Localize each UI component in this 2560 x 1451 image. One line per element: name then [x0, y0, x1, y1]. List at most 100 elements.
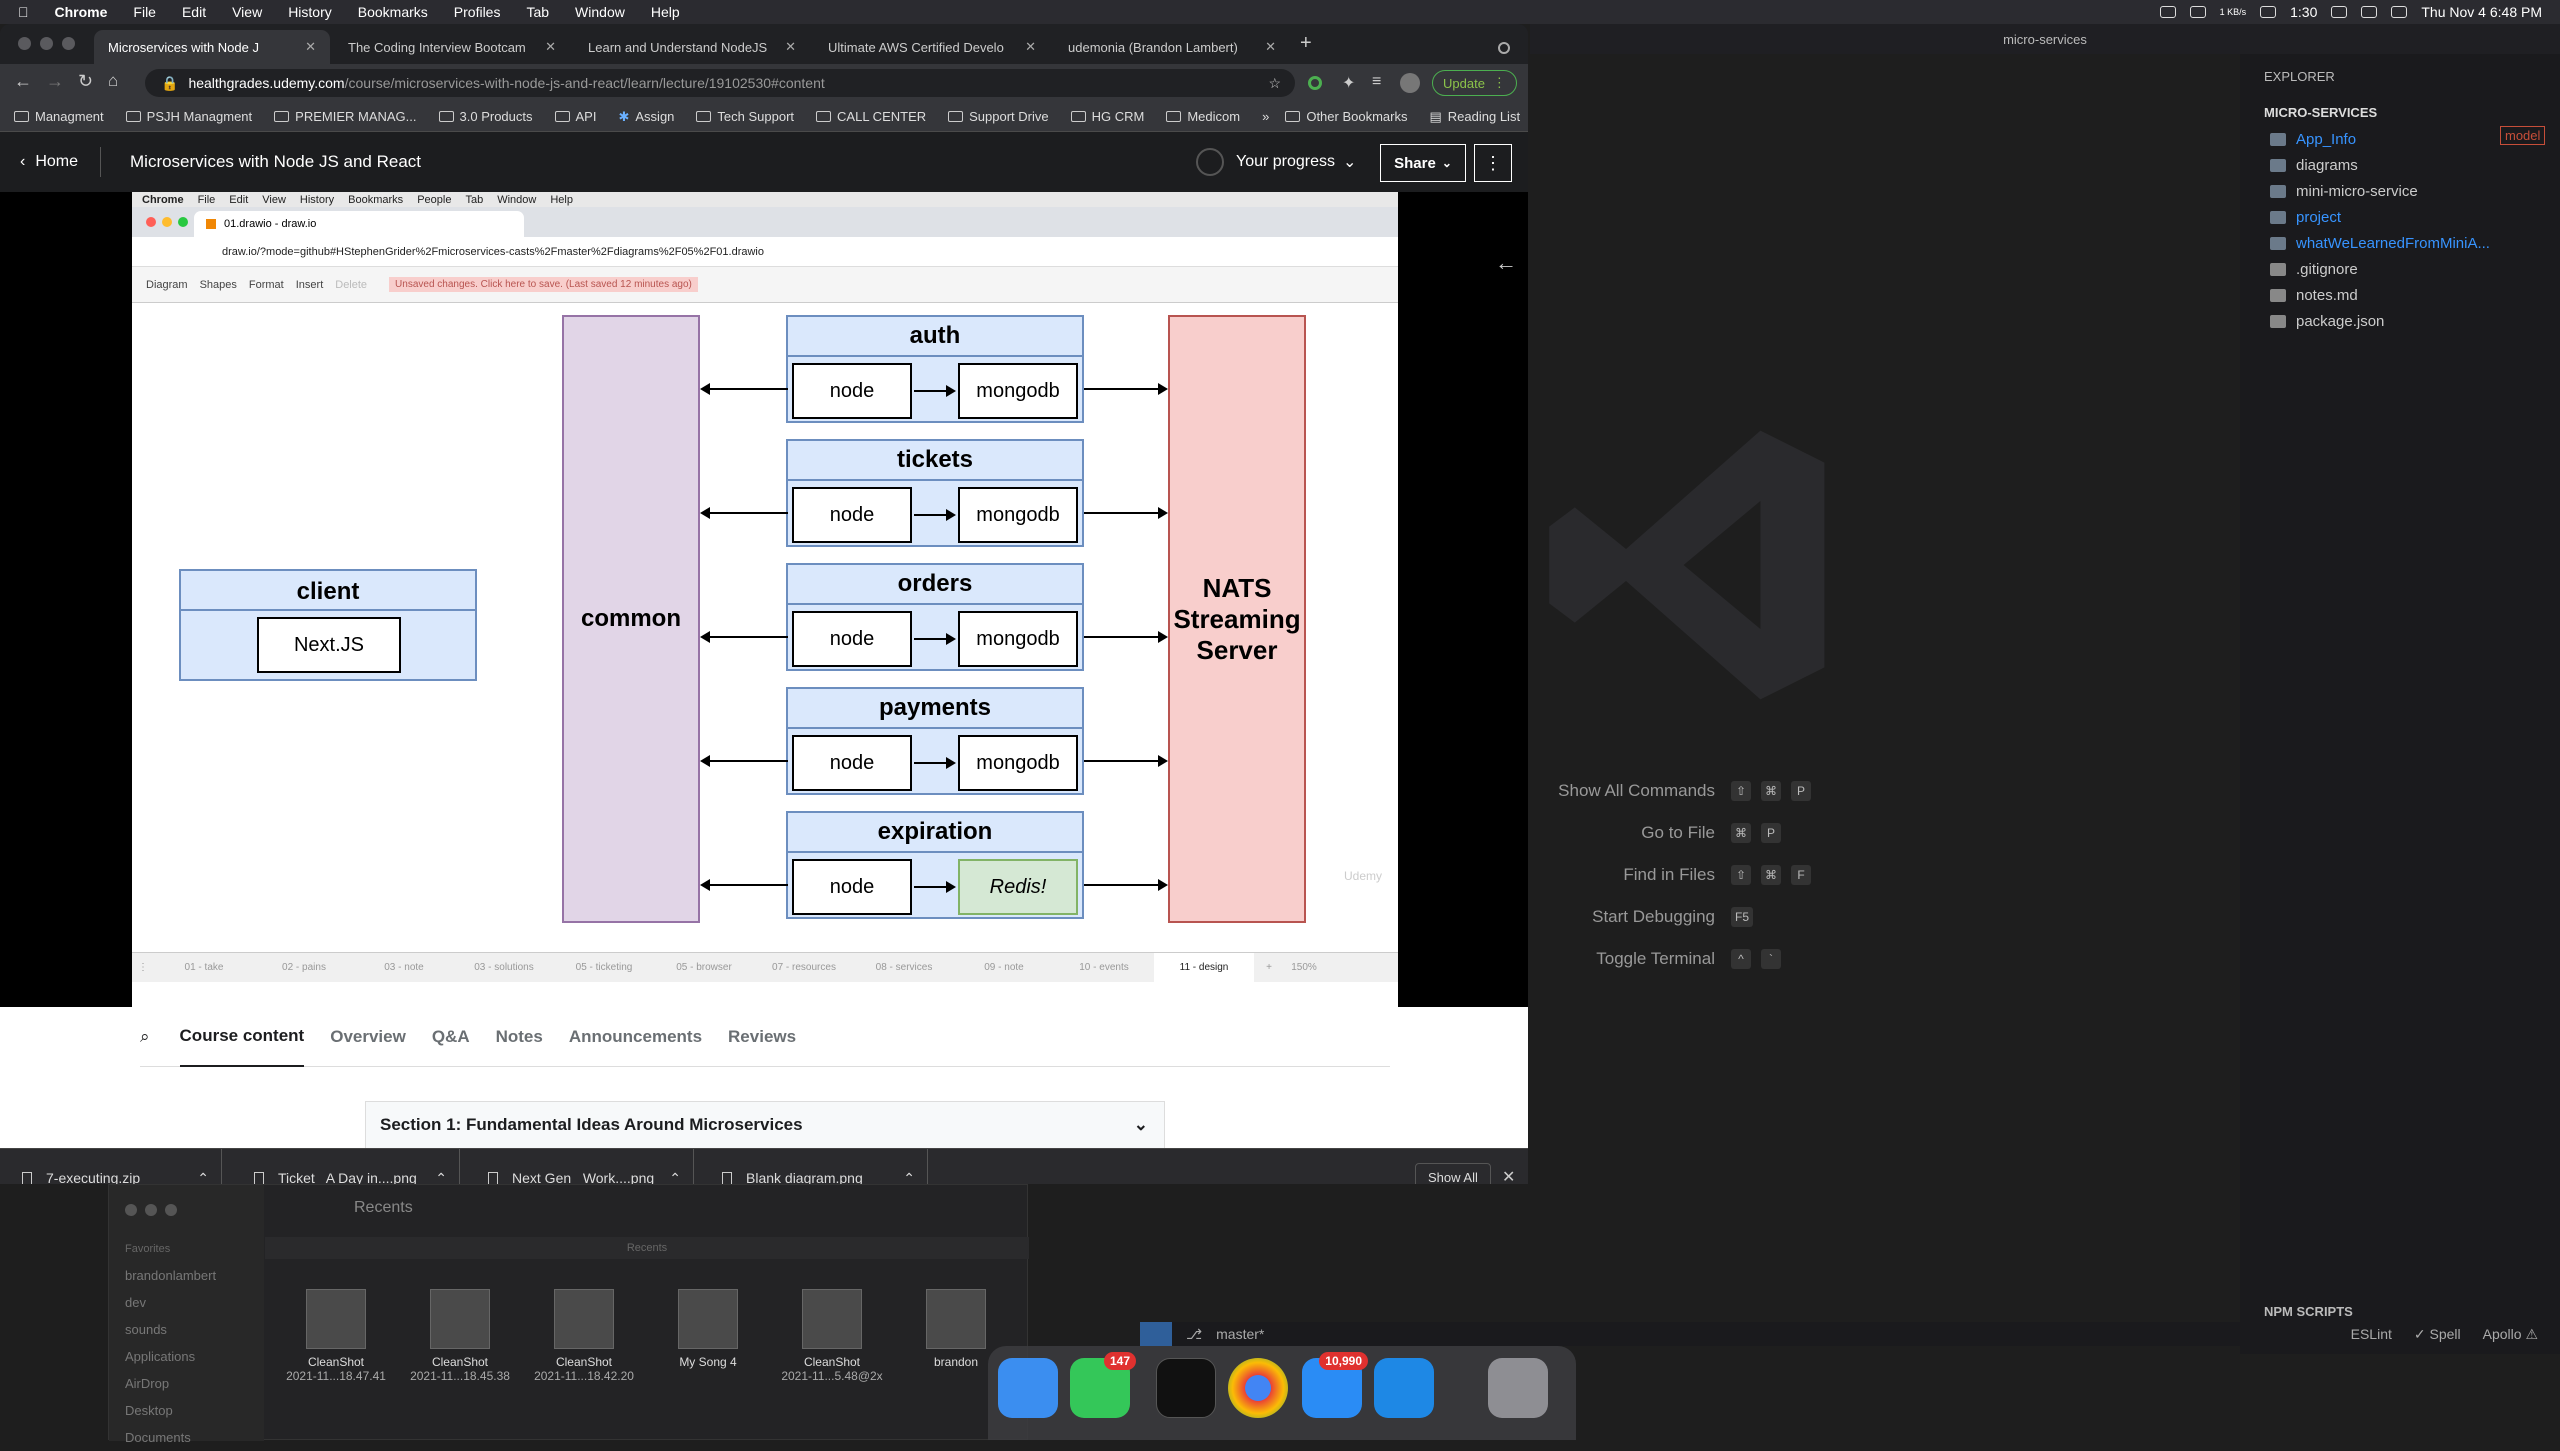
- chevron-up-icon[interactable]: ⌃: [903, 1170, 915, 1185]
- finder-file[interactable]: CleanShot 2021-11...18.47.41: [281, 1289, 391, 1383]
- mail-icon[interactable]: 10,990: [1302, 1352, 1368, 1418]
- chevron-up-icon[interactable]: ⌃: [669, 1170, 681, 1185]
- menu-help[interactable]: Help: [651, 4, 680, 20]
- npm-scripts-section[interactable]: NPM SCRIPTS: [2240, 1297, 2353, 1325]
- home-icon[interactable]: ⌂: [108, 71, 118, 91]
- reading-queue-icon[interactable]: ≡: [1372, 73, 1381, 91]
- section-header[interactable]: Section 1: Fundamental Ideas Around Micr…: [365, 1101, 1165, 1148]
- lock-icon[interactable]: 🔒: [161, 75, 178, 92]
- sidebar-item[interactable]: Documents: [109, 1424, 264, 1451]
- sidebar-item[interactable]: Desktop: [109, 1397, 264, 1424]
- reading-list[interactable]: ▤ Reading List: [1429, 109, 1520, 125]
- tab-course-content[interactable]: Course content: [179, 1007, 305, 1067]
- progress-dropdown[interactable]: Your progress ⌄: [1196, 132, 1356, 192]
- download-item[interactable]: Blank diagram.png ⌃: [702, 1149, 928, 1184]
- command-find-in-files[interactable]: Find in Files ⇧ ⌘ F: [1545, 854, 2045, 896]
- bookmark-star-icon[interactable]: ☆: [1268, 75, 1281, 92]
- remote-indicator[interactable]: [1140, 1322, 1172, 1346]
- tab-microservices[interactable]: Microservices with Node J ✕: [94, 30, 330, 64]
- bookmark-folder[interactable]: API: [554, 109, 596, 124]
- tab-overview[interactable]: Overview: [330, 1007, 406, 1067]
- sidebar-item[interactable]: Applications: [109, 1343, 264, 1370]
- menu-view[interactable]: View: [232, 4, 262, 20]
- status-extra-icon[interactable]: [2159, 6, 2176, 18]
- sidebar-item[interactable]: AirDrop: [109, 1370, 264, 1397]
- spell-status[interactable]: ✓ Spell: [2414, 1326, 2461, 1343]
- chevron-up-icon[interactable]: ⌃: [197, 1170, 209, 1185]
- profile-icon[interactable]: [1498, 42, 1510, 54]
- tab-coding-interview[interactable]: The Coding Interview Bootcam ✕: [334, 30, 570, 64]
- search-icon[interactable]: ⌕: [140, 1027, 150, 1047]
- apple-icon[interactable]: : [18, 4, 29, 20]
- tree-item[interactable]: diagrams: [2240, 152, 2560, 178]
- tab-aws[interactable]: Ultimate AWS Certified Develo ✕: [814, 30, 1050, 64]
- messages-icon[interactable]: 147: [1070, 1352, 1136, 1418]
- menubar-clock[interactable]: Thu Nov 4 6:48 PM: [2421, 4, 2542, 20]
- other-bookmarks[interactable]: Other Bookmarks: [1285, 109, 1407, 124]
- close-tab-icon[interactable]: ✕: [1257, 39, 1276, 55]
- sidebar-item[interactable]: brandonlambert: [109, 1262, 264, 1289]
- tree-item[interactable]: package.json: [2240, 308, 2560, 334]
- menu-history[interactable]: History: [288, 4, 332, 20]
- chevron-up-icon[interactable]: ⌃: [435, 1170, 447, 1185]
- finder-file[interactable]: My Song 4: [653, 1289, 763, 1369]
- project-root[interactable]: MICRO-SERVICES: [2240, 98, 2560, 126]
- tree-item[interactable]: whatWeLearnedFromMiniA...: [2240, 230, 2560, 256]
- extensions-puzzle-icon[interactable]: ✦: [1342, 73, 1355, 93]
- avatar[interactable]: [1400, 73, 1420, 93]
- close-downloads-icon[interactable]: ✕: [1502, 1167, 1515, 1184]
- lecture-video[interactable]: ← Chrome File Edit View History Bookmark…: [0, 192, 1528, 1007]
- tab-nodejs[interactable]: Learn and Understand NodeJS ✕: [574, 30, 810, 64]
- home-link[interactable]: ‹ Home: [20, 132, 78, 192]
- tree-item[interactable]: mini-micro-service: [2240, 178, 2560, 204]
- bookmark-folder[interactable]: PREMIER MANAG...: [274, 109, 417, 124]
- extension-icon[interactable]: [1308, 76, 1322, 90]
- finder-file[interactable]: CleanShot 2021-11...18.45.38: [405, 1289, 515, 1383]
- minimize-window-button[interactable]: [40, 37, 53, 50]
- bookmark-folder[interactable]: Support Drive: [948, 109, 1049, 124]
- close-tab-icon[interactable]: ✕: [777, 39, 796, 55]
- download-item[interactable]: Ticket_ A Day in....png ⌃: [234, 1149, 460, 1184]
- sidebar-item[interactable]: sounds: [109, 1316, 264, 1343]
- bookmark-link[interactable]: ✱ Assign: [618, 109, 674, 125]
- menu-profiles[interactable]: Profiles: [454, 4, 501, 20]
- cloud-icon[interactable]: [2189, 6, 2206, 18]
- update-button[interactable]: Update ⋮: [1432, 70, 1517, 96]
- command-show-all[interactable]: Show All Commands ⇧ ⌘ P: [1545, 770, 2045, 812]
- show-all-downloads-button[interactable]: Show All: [1415, 1163, 1491, 1184]
- command-toggle-terminal[interactable]: Toggle Terminal ^ `: [1545, 938, 2045, 980]
- forward-button[interactable]: →: [46, 71, 64, 92]
- bookmark-folder[interactable]: Managment: [14, 109, 104, 124]
- address-bar[interactable]: 🔒 healthgrades.udemy.com/course/microser…: [145, 69, 1295, 97]
- close-window-button[interactable]: [18, 37, 31, 50]
- reload-button[interactable]: ↻: [78, 71, 93, 92]
- tab-reviews[interactable]: Reviews: [728, 1007, 796, 1067]
- search-icon[interactable]: [2361, 6, 2378, 18]
- git-branch[interactable]: master*: [1216, 1326, 1264, 1342]
- wifi-icon[interactable]: [2331, 6, 2348, 18]
- zoom-window-button[interactable]: [62, 37, 75, 50]
- bookmark-folder[interactable]: Medicom: [1166, 109, 1240, 124]
- menu-app-name[interactable]: Chrome: [55, 4, 108, 20]
- bookmark-folder[interactable]: CALL CENTER: [816, 109, 926, 124]
- bookmark-folder[interactable]: HG CRM: [1070, 109, 1144, 124]
- sidebar-item[interactable]: dev: [109, 1289, 264, 1316]
- bookmark-folder[interactable]: 3.0 Products: [438, 109, 533, 124]
- apollo-status[interactable]: Apollo ⚠: [2483, 1326, 2538, 1343]
- trash-icon[interactable]: [1488, 1358, 1548, 1418]
- more-options-button[interactable]: ⋮: [1474, 144, 1512, 182]
- vscode-icon[interactable]: [1374, 1358, 1434, 1418]
- menu-file[interactable]: File: [133, 4, 156, 20]
- menu-edit[interactable]: Edit: [182, 4, 206, 20]
- menu-bookmarks[interactable]: Bookmarks: [358, 4, 428, 20]
- close-tab-icon[interactable]: ✕: [537, 39, 556, 55]
- command-start-debugging[interactable]: Start Debugging F5: [1545, 896, 2045, 938]
- back-button[interactable]: ←: [14, 71, 32, 92]
- new-tab-button[interactable]: +: [1300, 32, 1312, 55]
- finder-file[interactable]: CleanShot 2021-11...18.42.20: [529, 1289, 639, 1383]
- tree-item[interactable]: notes.md: [2240, 282, 2560, 308]
- tree-item[interactable]: project: [2240, 204, 2560, 230]
- tab-notes[interactable]: Notes: [496, 1007, 543, 1067]
- close-tab-icon[interactable]: ✕: [297, 39, 316, 55]
- tab-announcements[interactable]: Announcements: [569, 1007, 702, 1067]
